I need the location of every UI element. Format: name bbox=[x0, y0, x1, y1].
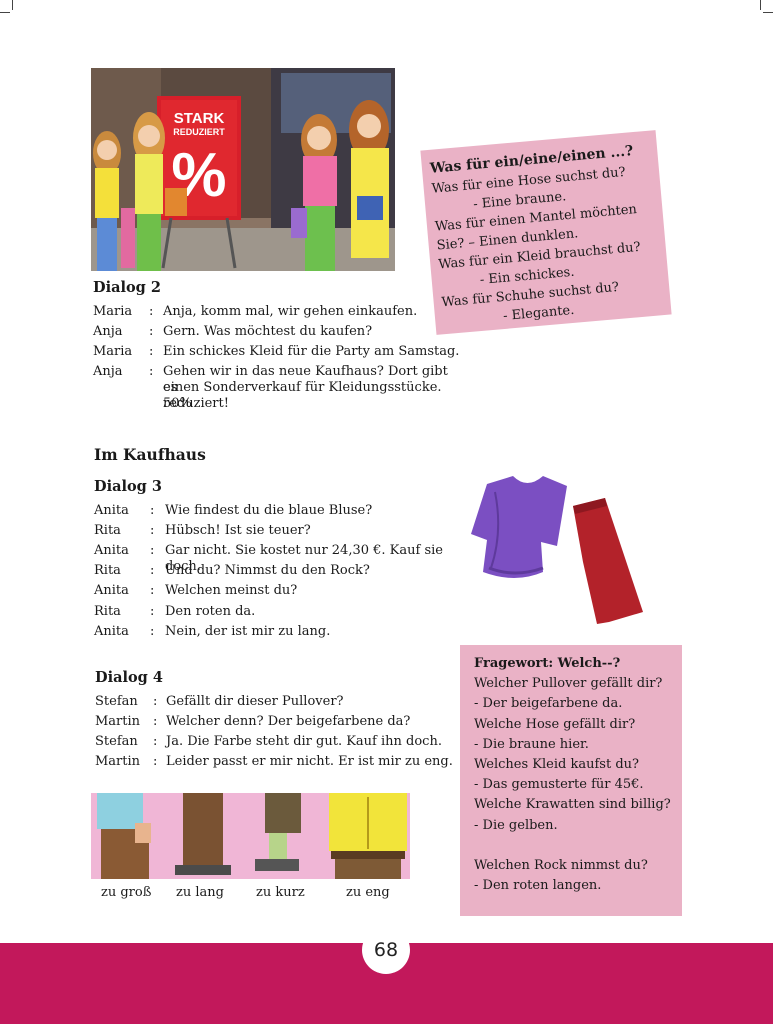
dialog-line: Rita : Hübsch! Ist sie teuer? bbox=[94, 523, 464, 539]
section-title: Im Kaufhaus bbox=[94, 445, 206, 464]
dialog-line: Stefan : Gefällt dir dieser Pullover? bbox=[95, 694, 465, 710]
colon: : bbox=[153, 694, 158, 709]
dialog-line: Rita : Und du? Nimmst du den Rock? bbox=[94, 563, 464, 579]
dialog-line: Rita : Den roten da. bbox=[94, 604, 464, 620]
colon: : bbox=[150, 624, 155, 639]
crop-mark bbox=[0, 12, 10, 13]
colon: : bbox=[150, 563, 155, 578]
note-line: - Den roten langen. bbox=[474, 878, 602, 894]
speaker: Maria bbox=[93, 344, 133, 359]
line-text: Welchen meinst du? bbox=[165, 583, 298, 598]
dialog-line: Martin : Leider passt er mir nicht. Er i… bbox=[95, 754, 465, 770]
dialog-line: Anita : Nein, der ist mir zu lang. bbox=[94, 624, 464, 640]
line-text: Nein, der ist mir zu lang. bbox=[165, 624, 331, 639]
line-text: reduziert! bbox=[163, 396, 229, 411]
blouse-icon bbox=[471, 476, 567, 578]
note-line: Welcher Pullover gefällt dir? bbox=[474, 676, 663, 692]
line-text: Den roten da. bbox=[165, 604, 256, 619]
grammar-note-was-fuer: Was für ein/eine/einen ...? Was für eine… bbox=[420, 130, 672, 335]
clothing-fit-illustration bbox=[91, 793, 410, 879]
speaker: Anita bbox=[94, 624, 129, 639]
fit-label: zu groß bbox=[101, 885, 152, 900]
colon: : bbox=[149, 364, 154, 379]
note-line: Welchen Rock nimmst du? bbox=[474, 857, 648, 873]
speaker: Rita bbox=[94, 563, 121, 578]
crop-mark bbox=[760, 0, 761, 10]
speaker: Anja bbox=[93, 364, 123, 379]
note-line: - Die gelben. bbox=[474, 817, 558, 833]
girl-figure bbox=[349, 100, 389, 258]
colon: : bbox=[150, 543, 155, 558]
line-text: Anja, komm mal, wir gehen einkaufen. bbox=[163, 304, 418, 319]
colon: : bbox=[150, 604, 155, 619]
speaker: Anja bbox=[93, 324, 123, 339]
colon: : bbox=[150, 523, 155, 538]
line-text: Und du? Nimmst du den Rock? bbox=[165, 563, 370, 578]
line-text: Gefällt dir dieser Pullover? bbox=[166, 694, 344, 709]
dialog-line: Martin : Welcher denn? Der beigefarbene … bbox=[95, 714, 465, 730]
dialog2-title: Dialog 2 bbox=[93, 279, 161, 296]
line-text: Ein schickes Kleid für die Party am Sams… bbox=[163, 344, 460, 359]
line-text: Ja. Die Farbe steht dir gut. Kauf ihn do… bbox=[166, 734, 442, 749]
note-line: Welche Krawatten sind billig? bbox=[474, 797, 671, 813]
too-big-pants-icon bbox=[97, 793, 151, 879]
speaker: Anita bbox=[94, 583, 129, 598]
grammar-note-welch: Fragewort: Welch--? Welcher Pullover gef… bbox=[460, 645, 682, 916]
line-text: Welcher denn? Der beigefarbene da? bbox=[166, 714, 411, 729]
colon: : bbox=[150, 503, 155, 518]
colon: : bbox=[149, 324, 154, 339]
page-number: 68 bbox=[362, 926, 410, 974]
too-long-pants-icon bbox=[175, 793, 231, 875]
note-line bbox=[474, 836, 682, 856]
speaker: Martin bbox=[95, 714, 141, 729]
crop-mark bbox=[763, 12, 773, 13]
dialog-line: Anita : Wie findest du die blaue Bluse? bbox=[94, 503, 464, 519]
note-line: Welche Hose gefällt dir? bbox=[474, 716, 636, 732]
note-line: - Die braune hier. bbox=[474, 736, 589, 752]
shopping-illustration: STARK REDUZIERT % bbox=[91, 68, 395, 271]
too-tight-shirt-icon bbox=[329, 793, 407, 879]
speaker: Rita bbox=[94, 604, 121, 619]
skirt-icon bbox=[573, 498, 643, 624]
fit-label: zu kurz bbox=[256, 885, 305, 900]
dialog-line: Maria : Anja, komm mal, wir gehen einkau… bbox=[93, 304, 463, 320]
line-text: Hübsch! Ist sie teuer? bbox=[165, 523, 311, 538]
colon: : bbox=[150, 583, 155, 598]
dialog-line: Maria : Ein schickes Kleid für die Party… bbox=[93, 344, 463, 360]
line-text: Gern. Was möchtest du kaufen? bbox=[163, 324, 373, 339]
speaker: Maria bbox=[93, 304, 133, 319]
colon: : bbox=[149, 304, 154, 319]
line-text: Wie findest du die blaue Bluse? bbox=[165, 503, 373, 518]
speaker: Stefan bbox=[95, 734, 138, 749]
dialog3-title: Dialog 3 bbox=[94, 478, 162, 495]
sign-text-stark: STARK bbox=[174, 110, 225, 127]
note-title: Fragewort: Welch--? bbox=[474, 656, 621, 671]
colon: : bbox=[153, 734, 158, 749]
dialog-line: Anja : Gern. Was möchtest du kaufen? bbox=[93, 324, 463, 340]
dialog-line: Anita : Welchen meinst du? bbox=[94, 583, 464, 599]
note-line: - Der beigefarbene da. bbox=[474, 696, 623, 712]
note-line: Welches Kleid kaufst du? bbox=[474, 757, 639, 773]
crop-mark bbox=[12, 0, 13, 10]
fit-label: zu eng bbox=[346, 885, 390, 900]
dialog-line: Anita : Gar nicht. Sie kostet nur 24,30 … bbox=[94, 543, 464, 574]
speaker: Anita bbox=[94, 543, 129, 558]
line-text: Leider passt er mir nicht. Er ist mir zu… bbox=[166, 754, 453, 769]
clothes-illustration bbox=[465, 472, 650, 627]
fit-label: zu lang bbox=[176, 885, 224, 900]
dialog4-title: Dialog 4 bbox=[95, 669, 163, 686]
sign-text-reduziert: REDUZIERT bbox=[173, 127, 225, 137]
speaker: Anita bbox=[94, 503, 129, 518]
speaker: Rita bbox=[94, 523, 121, 538]
speaker: Martin bbox=[95, 754, 141, 769]
dialog-line: Anja : Gehen wir in das neue Kaufhaus? D… bbox=[93, 364, 463, 416]
colon: : bbox=[153, 714, 158, 729]
colon: : bbox=[153, 754, 158, 769]
colon: : bbox=[149, 344, 154, 359]
dialog-line: Stefan : Ja. Die Farbe steht dir gut. Ka… bbox=[95, 734, 465, 750]
note-line: - Das gemusterte für 45€. bbox=[474, 777, 644, 793]
speaker: Stefan bbox=[95, 694, 138, 709]
